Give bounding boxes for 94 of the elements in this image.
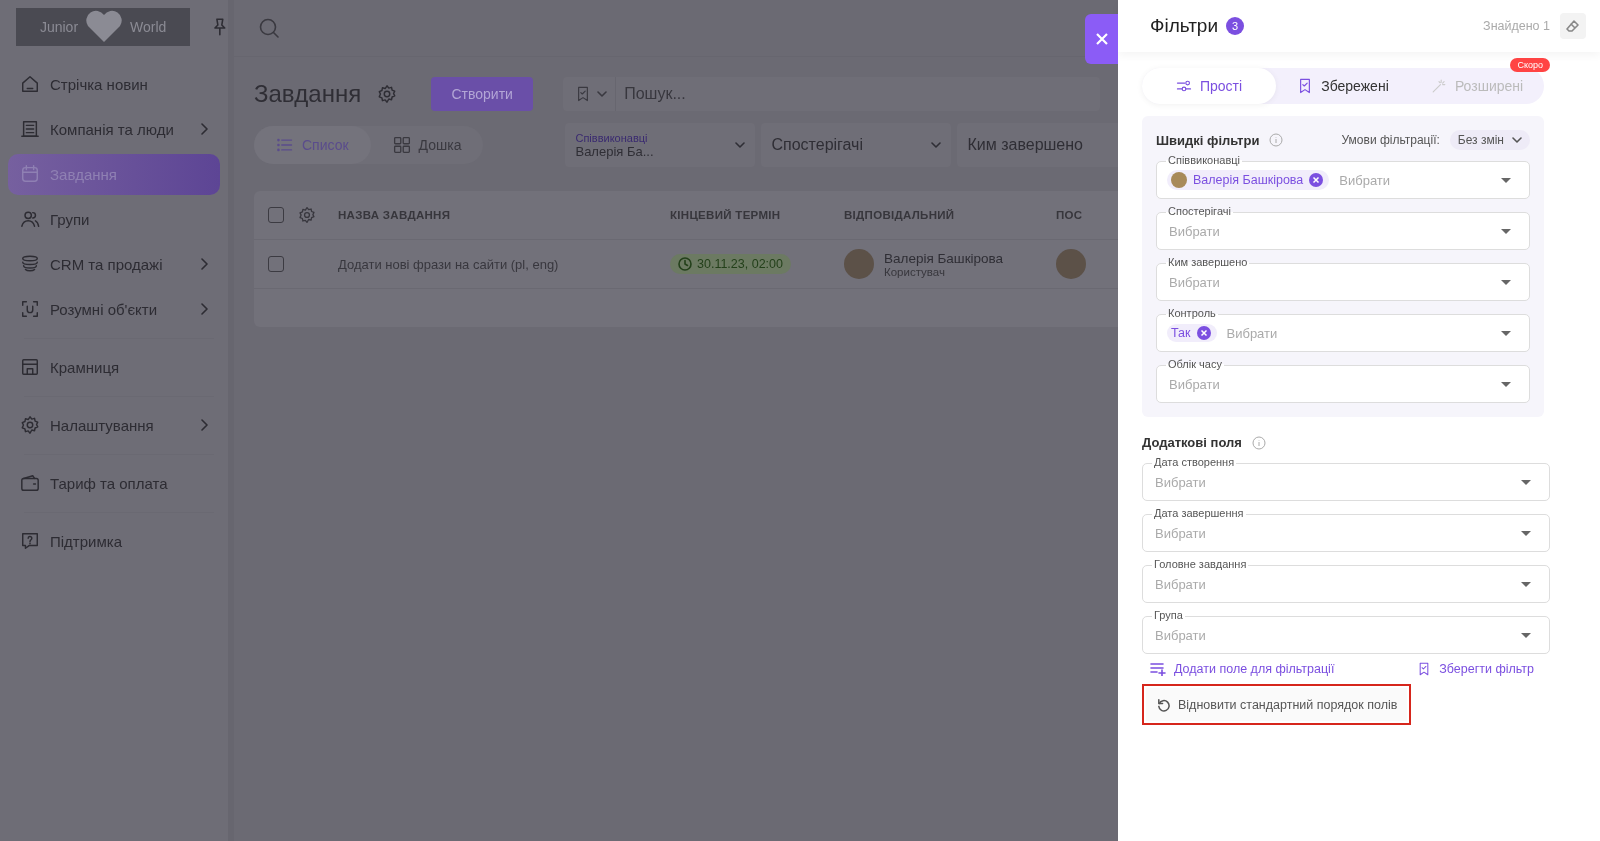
caret-icon [1501, 177, 1511, 183]
caret-icon [1521, 530, 1531, 536]
sidebar-item[interactable]: Налаштування [8, 405, 220, 446]
column-header: НАЗВА ЗАВДАННЯ [338, 209, 452, 221]
filter-tab[interactable]: Прості [1142, 68, 1276, 104]
search-icon[interactable] [258, 17, 280, 39]
sidebar-item[interactable]: Компанія та люди [8, 109, 220, 150]
eraser-button[interactable] [1560, 13, 1586, 39]
chip: Так [1167, 324, 1217, 342]
create-button[interactable]: Створити [431, 77, 534, 111]
info-icon [1269, 133, 1284, 147]
column-header: ПОС [1056, 209, 1084, 221]
sidebar-item[interactable]: Групи [8, 199, 220, 240]
caret-icon [1501, 228, 1511, 234]
people-icon [20, 209, 40, 229]
checkbox[interactable] [268, 207, 284, 223]
caret-icon [1501, 330, 1511, 336]
sidebar-item[interactable]: Підтримка [8, 521, 220, 562]
sidebar-item[interactable]: Стрічка новин [8, 64, 220, 105]
sidebar-item[interactable]: Тариф та оплата [8, 463, 220, 504]
caret-icon [1521, 632, 1531, 638]
building-icon [20, 119, 40, 139]
logo-text: Junior [39, 19, 79, 35]
chevron-right-icon [200, 303, 208, 315]
pin-icon[interactable] [212, 18, 228, 36]
caret-icon [931, 142, 942, 148]
caret-icon [1501, 279, 1511, 285]
caret-icon [1521, 581, 1531, 587]
caret-icon [735, 142, 746, 148]
add-field-link[interactable]: Додати поле для фільтрації [1150, 662, 1335, 676]
avatar [1056, 249, 1086, 279]
panel-title: Фільтри [1150, 15, 1219, 37]
grid-icon [392, 136, 411, 154]
chevron-right-icon [200, 419, 208, 431]
chevron-right-icon [200, 258, 208, 270]
chevron-right-icon [200, 123, 208, 135]
section-title: Додаткові поля [1142, 435, 1242, 450]
scan-icon [20, 299, 40, 319]
list-icon [276, 136, 294, 154]
page-title: Завдання [254, 80, 362, 108]
saved-filters-button[interactable] [563, 77, 616, 111]
deadline-tag: 30.11.23, 02:00 [670, 254, 791, 274]
sidebar-item[interactable]: CRM та продажі [8, 244, 220, 285]
caret-icon [1521, 479, 1531, 485]
column-header: КІНЦЕВИЙ ТЕРМІН [670, 209, 782, 221]
heart-icon [84, 10, 125, 44]
avatar [844, 249, 874, 279]
calendar-icon [20, 164, 40, 184]
conditions-label: Умови фільтрації: [1341, 133, 1440, 147]
found-count: Знайдено 1 [1483, 19, 1550, 33]
caret-icon [597, 91, 608, 97]
filter-dropdown[interactable]: Спостерігачі [761, 123, 952, 167]
conditions-dropdown[interactable]: Без змін [1449, 130, 1530, 150]
gear-icon [20, 415, 40, 435]
sliders-icon [1175, 78, 1192, 94]
avatar [1171, 172, 1187, 188]
assignee-role: Користувач [884, 265, 945, 278]
table-cell-text: Додати нові фрази на сайти (pl, eng) [338, 256, 560, 272]
logo-text: World [130, 19, 167, 35]
filter-dropdown[interactable]: Співвиконавці Валерія Ба... [565, 123, 756, 167]
eraser-icon [1566, 19, 1580, 33]
close-icon [1095, 33, 1108, 45]
view-tab[interactable]: Дошка [370, 126, 484, 164]
count-badge: 3 [1226, 17, 1245, 35]
gear-icon [377, 84, 398, 104]
caret-icon [1501, 381, 1511, 387]
soon-badge: Скоро [1510, 58, 1550, 72]
caret-icon [1512, 137, 1522, 143]
chip: Валерія Башкірова [1167, 170, 1330, 190]
save-filter-link[interactable]: Зберегти фільтр [1417, 662, 1534, 676]
add-list-icon [1150, 662, 1166, 676]
section-title: Швидкі фільтри [1156, 132, 1260, 148]
reset-order-button[interactable]: Відновити стандартний порядок полів [1146, 688, 1408, 721]
filter-dropdown[interactable]: Ким завершено [957, 123, 1118, 167]
sidebar-item[interactable]: Розумні об'єкти [8, 289, 220, 330]
checkbox[interactable] [268, 256, 284, 272]
stack-icon [20, 254, 40, 274]
help-icon [20, 531, 40, 551]
column-header: ВІДПОВІДАЛЬНИЙ [844, 209, 956, 221]
shop-icon [20, 357, 40, 377]
gear-icon [298, 206, 316, 224]
remove-icon[interactable] [1309, 173, 1324, 187]
wand-icon [1430, 78, 1447, 94]
close-button[interactable] [1085, 14, 1118, 64]
search-field[interactable]: Пошук... [615, 77, 1100, 111]
sidebar-item[interactable]: Крамниця [8, 347, 220, 388]
home-icon [20, 74, 40, 94]
clock-icon [678, 257, 692, 271]
info-icon [1251, 435, 1266, 450]
remove-icon[interactable] [1196, 326, 1211, 340]
assignee-name: Валерія Башкірова [884, 250, 1004, 266]
undo-icon [1156, 697, 1171, 712]
wallet-icon [20, 473, 40, 493]
filter-tab[interactable]: Збережені [1276, 68, 1410, 104]
